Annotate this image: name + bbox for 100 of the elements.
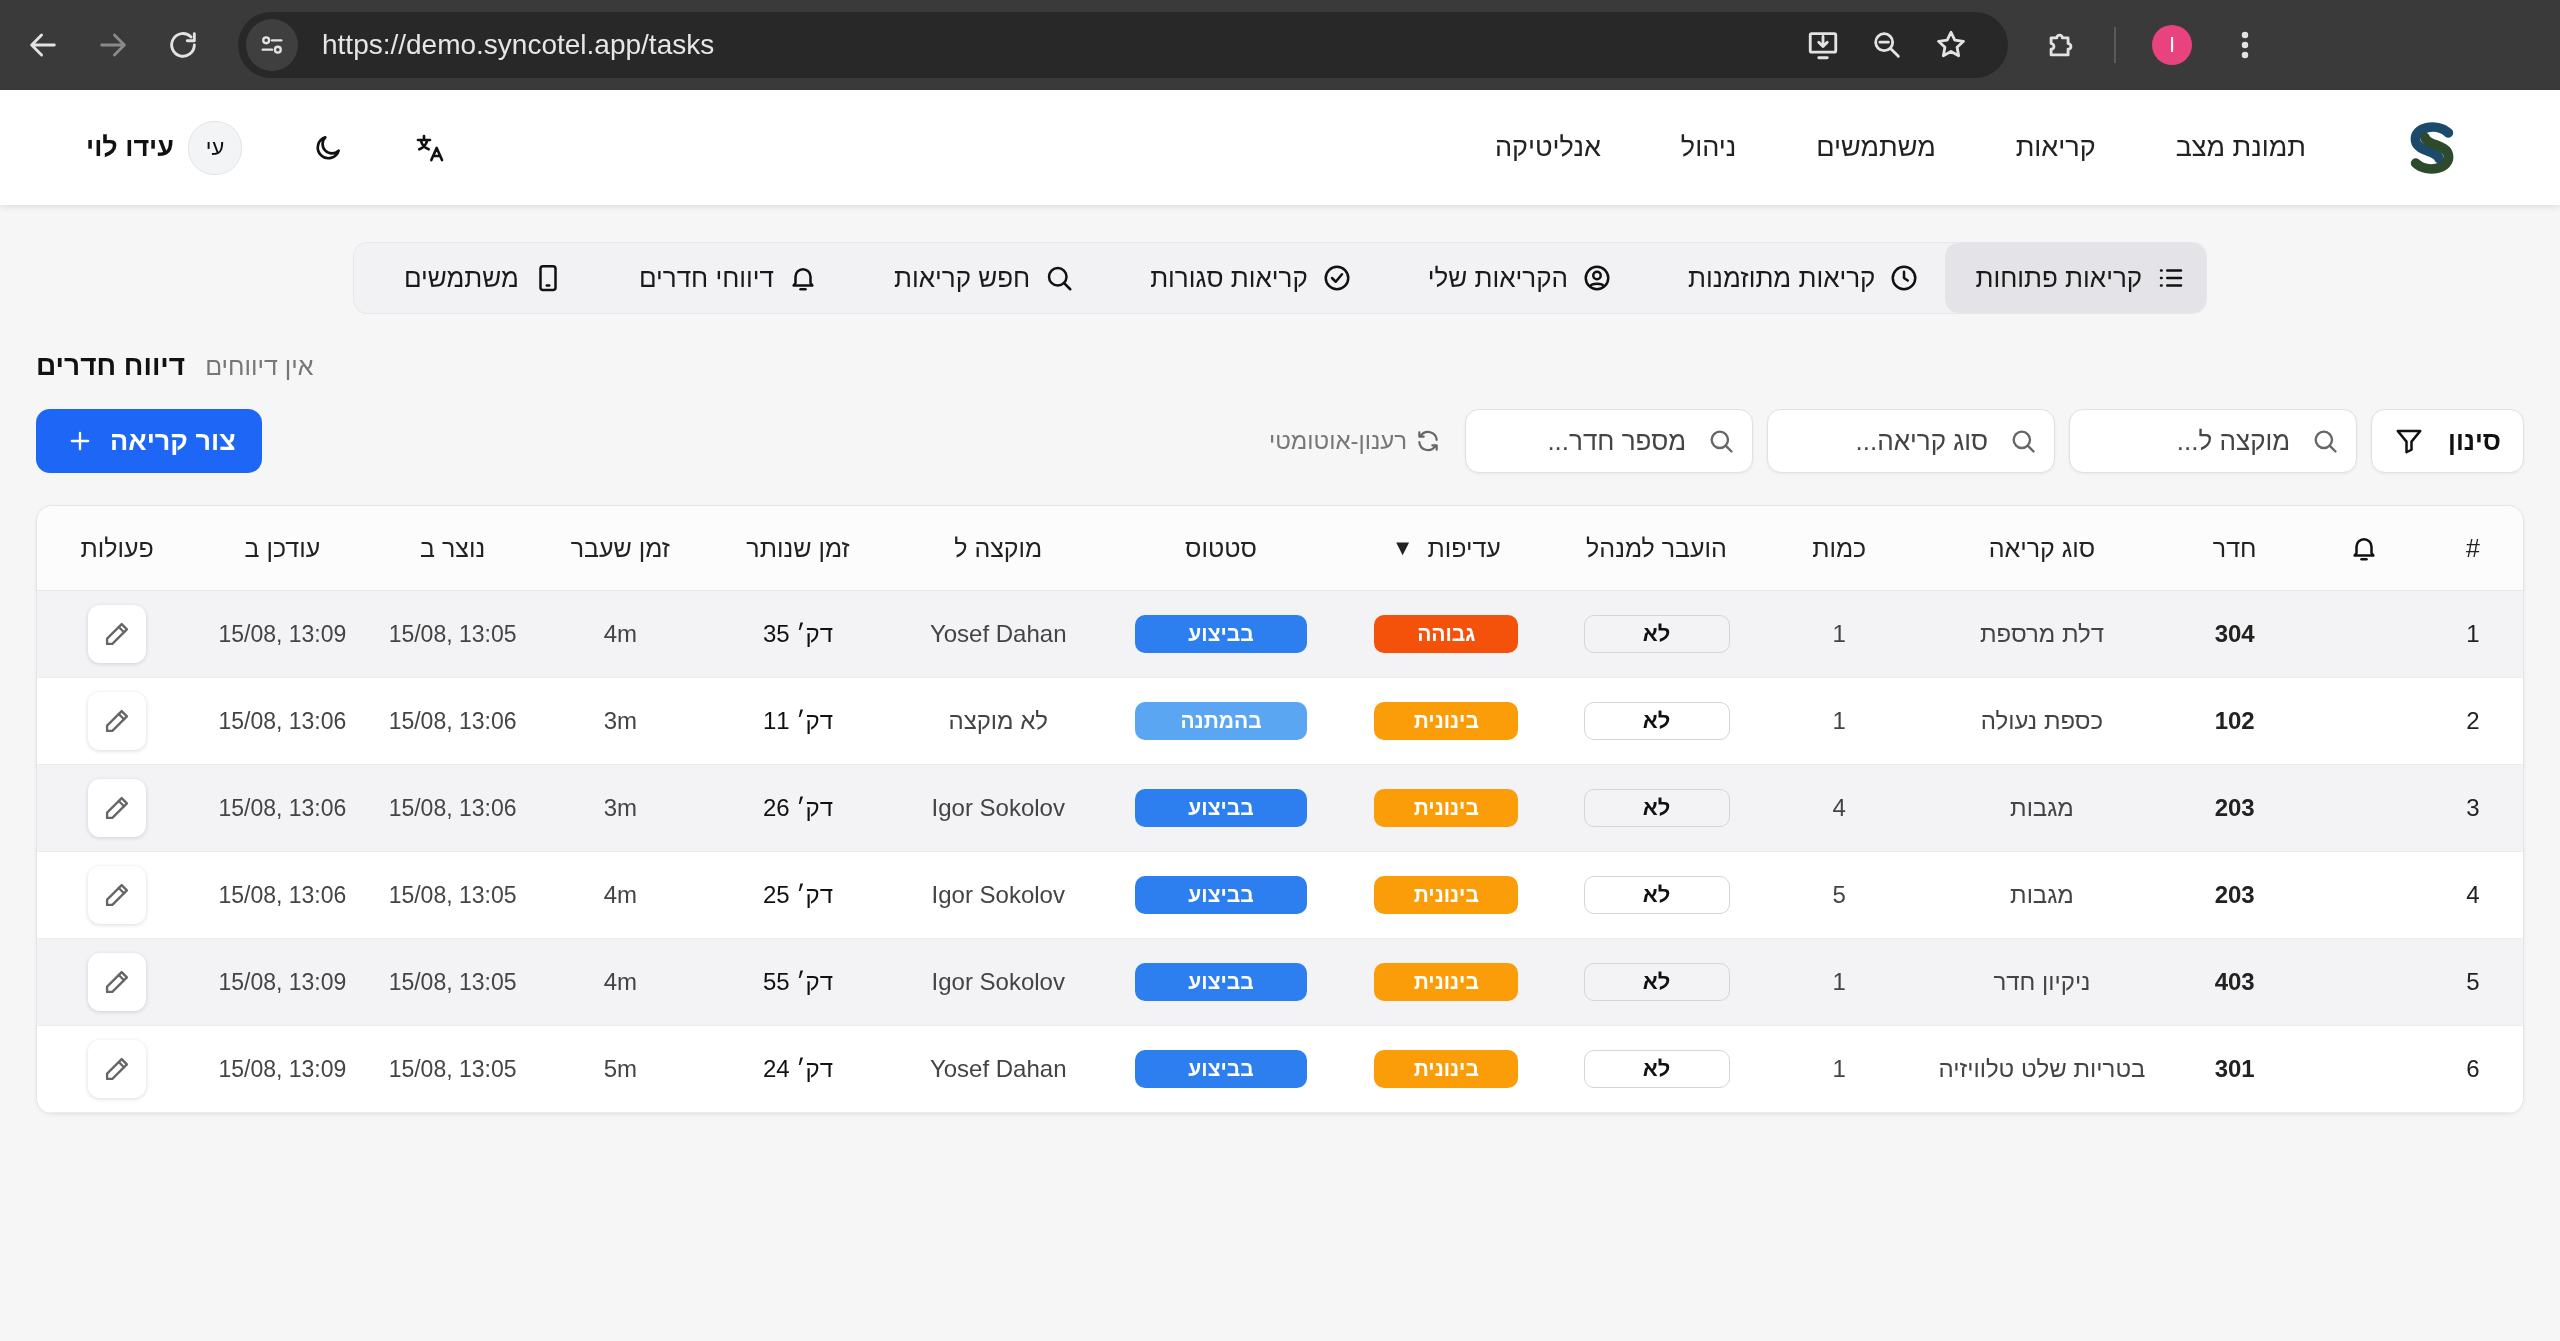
quantity: 4 <box>1832 794 1846 821</box>
nav-link[interactable]: אנליטיקה <box>1494 132 1601 163</box>
user-name[interactable]: עידו לוי <box>86 132 174 163</box>
call-type: מגבות <box>2010 794 2074 821</box>
edit-button[interactable] <box>88 605 147 663</box>
time-remaining: דק׳ 26 <box>762 794 834 821</box>
updated-date: 15/08, 13:09 <box>218 969 347 996</box>
status-badge: בביצוע <box>1135 963 1307 1001</box>
room-number: 403 <box>2214 968 2255 995</box>
nav-link[interactable]: ניהול <box>1680 132 1737 163</box>
created-date: 15/08, 13:05 <box>388 882 517 909</box>
column-header: עודכן ב <box>244 533 321 563</box>
created-date: 15/08, 13:05 <box>388 969 517 996</box>
created-date: 15/08, 13:05 <box>388 1056 517 1083</box>
row-number: 2 <box>2466 707 2480 734</box>
nav-link[interactable]: קריאות <box>2015 132 2096 163</box>
user-avatar[interactable]: עי <box>187 120 242 175</box>
column-header: פעולות <box>80 533 154 563</box>
updated-date: 15/08, 13:06 <box>218 708 347 735</box>
escalated-badge: לא <box>1583 702 1730 740</box>
create-call-button[interactable]: צור קריאה <box>36 409 262 473</box>
tab[interactable]: קריאות סגורות <box>1100 243 1372 313</box>
time-elapsed: 5m <box>603 1055 637 1082</box>
updated-date: 15/08, 13:09 <box>218 621 347 648</box>
time-remaining: דק׳ 35 <box>762 620 834 647</box>
escalated-badge: לא <box>1583 1050 1730 1088</box>
sort-indicator[interactable]: ▼ <box>1391 535 1414 561</box>
column-header[interactable]: עדיפות <box>1427 533 1501 563</box>
row-number: 5 <box>2466 968 2480 995</box>
created-date: 15/08, 13:06 <box>388 708 517 735</box>
quantity: 1 <box>1832 620 1846 647</box>
call-type: דלת מרספת <box>1979 620 2104 647</box>
row-number: 3 <box>2466 794 2480 821</box>
edit-button[interactable] <box>88 779 147 837</box>
call-type: ניקיון חדר <box>1993 968 2091 995</box>
edit-button[interactable] <box>88 1040 147 1098</box>
column-header: הועבר למנהל <box>1586 533 1727 563</box>
escalated-badge: לא <box>1583 876 1730 914</box>
tab[interactable]: קריאות מתוזמנות <box>1638 243 1940 313</box>
updated-date: 15/08, 13:09 <box>218 1056 347 1083</box>
tab[interactable]: דיווחי חדרים <box>588 243 838 313</box>
profile-avatar[interactable]: I <box>2152 25 2192 65</box>
time-elapsed: 4m <box>603 881 637 908</box>
url-text: https://demo.syncotel.app/tasks <box>322 29 715 61</box>
assignee: Yosef Dahan <box>929 1055 1067 1082</box>
created-date: 15/08, 13:06 <box>388 795 517 822</box>
time-elapsed: 4m <box>603 968 637 995</box>
assignee: Igor Sokolov <box>931 881 1065 908</box>
tab[interactable]: הקריאות שלי <box>1377 243 1633 313</box>
room-number: 203 <box>2214 881 2255 908</box>
status-badge: בהמתנה <box>1135 702 1307 740</box>
escalated-badge: לא <box>1583 615 1730 653</box>
edit-button[interactable] <box>88 953 147 1011</box>
updated-date: 15/08, 13:06 <box>218 882 347 909</box>
empty-status-text: אין דיווחים <box>205 351 314 381</box>
escalated-badge: לא <box>1583 789 1730 827</box>
edit-button[interactable] <box>88 692 147 750</box>
room-number: 301 <box>2214 1055 2255 1082</box>
site-info-button[interactable] <box>246 19 298 71</box>
filter-button[interactable]: סינון <box>2371 409 2524 473</box>
time-elapsed: 3m <box>603 794 637 821</box>
tab[interactable]: קריאות פתוחות <box>1945 243 2207 313</box>
column-header: זמן שעבר <box>570 533 670 563</box>
assignee: Igor Sokolov <box>931 794 1065 821</box>
tab[interactable]: חפש קריאות <box>843 243 1095 313</box>
time-remaining: דק׳ 11 <box>762 707 834 734</box>
column-header: חדר <box>2212 533 2257 563</box>
time-elapsed: 4m <box>603 620 637 647</box>
updated-date: 15/08, 13:06 <box>218 795 347 822</box>
search-field[interactable]: סוג קריאה... <box>1767 409 2056 473</box>
tab[interactable]: משתמשים <box>353 243 583 313</box>
nav-link[interactable]: תמונת מצב <box>2175 132 2306 163</box>
row-number: 6 <box>2466 1055 2480 1082</box>
edit-button[interactable] <box>88 866 147 924</box>
search-field[interactable]: מוקצה ל... <box>2069 409 2358 473</box>
auto-refresh-toggle[interactable]: רענון-אוטומטי <box>1258 427 1452 455</box>
quantity: 5 <box>1832 881 1846 908</box>
call-type: מגבות <box>2010 881 2074 908</box>
room-number: 203 <box>2214 794 2255 821</box>
status-badge: בביצוע <box>1135 1050 1307 1088</box>
column-header: סטטוס <box>1185 533 1257 563</box>
priority-badge: גבוהה <box>1374 615 1519 653</box>
column-header: כמות <box>1812 533 1867 563</box>
column-header: סוג קריאה <box>1988 533 2096 563</box>
search-field[interactable]: מספר חדר... <box>1465 409 1754 473</box>
status-badge: בביצוע <box>1135 789 1307 827</box>
row-number: 4 <box>2466 881 2480 908</box>
created-date: 15/08, 13:05 <box>388 621 517 648</box>
assignee: Igor Sokolov <box>931 968 1065 995</box>
priority-badge: בינונית <box>1374 789 1519 827</box>
column-header: זמן שנותר <box>746 533 850 563</box>
address-bar[interactable]: https://demo.syncotel.app/tasks <box>238 12 2008 78</box>
column-header: מוקצה ל <box>954 533 1043 563</box>
page-title: דיווח חדרים <box>36 350 186 382</box>
room-number: 102 <box>2214 707 2255 734</box>
nav-link[interactable]: משתמשים <box>1816 132 1936 163</box>
quantity: 1 <box>1832 707 1846 734</box>
assignee: לא מוקצה <box>948 707 1049 734</box>
time-elapsed: 3m <box>603 707 637 734</box>
priority-badge: בינונית <box>1374 876 1519 914</box>
